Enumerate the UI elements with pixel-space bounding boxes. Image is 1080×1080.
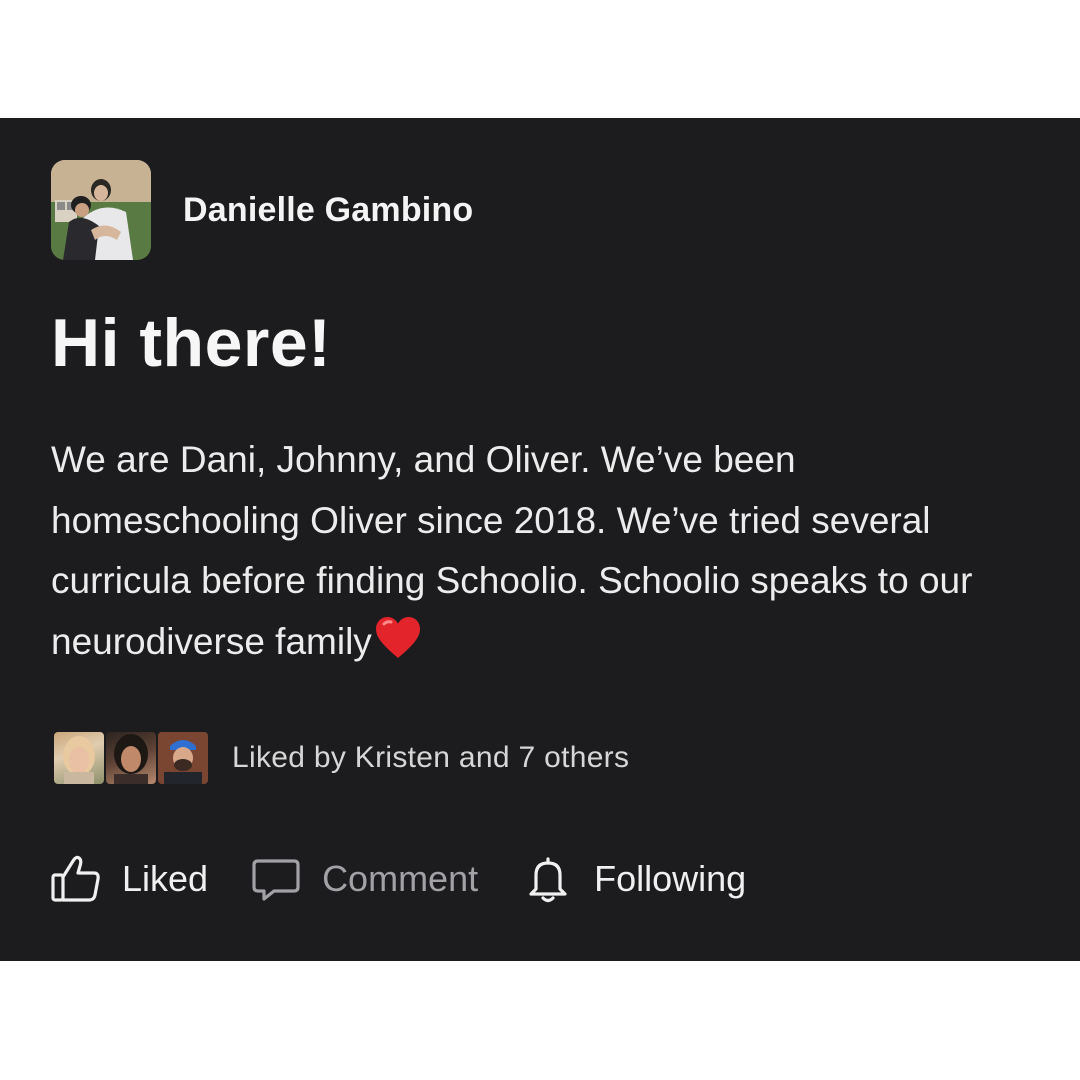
author-photo bbox=[51, 160, 151, 260]
page: Danielle Gambino Hi there! We are Dani, … bbox=[0, 0, 1080, 1080]
thumbs-up-icon bbox=[50, 853, 102, 905]
heart-emoji-icon bbox=[374, 616, 422, 679]
bell-icon bbox=[522, 853, 574, 905]
liker-avatars[interactable] bbox=[52, 730, 210, 786]
like-button[interactable]: Liked bbox=[50, 853, 208, 905]
like-button-label: Liked bbox=[122, 858, 209, 899]
post-actions: Liked Comment Following bbox=[50, 853, 746, 905]
author-avatar[interactable] bbox=[51, 160, 151, 260]
liker-avatar bbox=[156, 730, 210, 786]
author-name[interactable]: Danielle Gambino bbox=[183, 191, 473, 230]
comment-button[interactable]: Comment bbox=[250, 853, 478, 905]
post-card: Danielle Gambino Hi there! We are Dani, … bbox=[0, 118, 1080, 961]
post-title: Hi there! bbox=[51, 305, 332, 381]
post-body: We are Dani, Johnny, and Oliver. We’ve b… bbox=[51, 430, 1041, 678]
likes-summary[interactable]: Liked by Kristen and 7 others bbox=[52, 730, 629, 786]
comment-button-label: Comment bbox=[322, 858, 479, 899]
following-button[interactable]: Following bbox=[522, 853, 746, 905]
likes-text[interactable]: Liked by Kristen and 7 others bbox=[232, 741, 629, 775]
speech-bubble-icon bbox=[250, 853, 302, 905]
liker-avatar bbox=[52, 730, 106, 786]
post-body-text: We are Dani, Johnny, and Oliver. We’ve b… bbox=[51, 439, 973, 662]
following-button-label: Following bbox=[594, 858, 747, 899]
post-author[interactable]: Danielle Gambino bbox=[51, 160, 473, 260]
liker-avatar bbox=[104, 730, 158, 786]
